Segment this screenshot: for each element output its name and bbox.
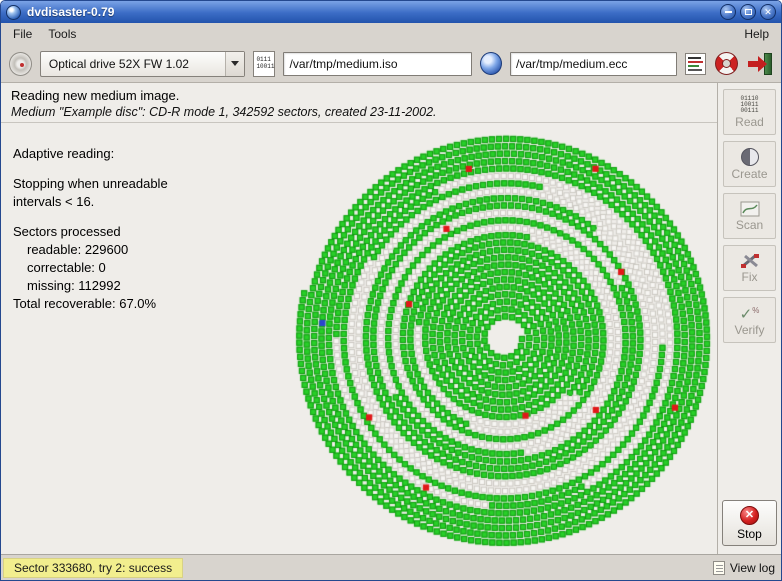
quit-icon[interactable]	[747, 53, 773, 75]
app-icon	[6, 5, 21, 20]
read-button[interactable]: 01110 10011 00111 Read	[723, 89, 776, 135]
reading-stats: Adaptive reading: Stopping when unreadab…	[13, 145, 168, 313]
iso-image-icon: 0111 10011	[253, 51, 275, 77]
stat-correctable: correctable: 0	[13, 259, 168, 277]
titlebar[interactable]: dvdisaster-0.79 ✕	[1, 1, 781, 23]
stop-button-label: Stop	[737, 527, 762, 541]
stop-x-icon: ✕	[740, 506, 759, 525]
drive-select-value: Optical drive 52X FW 1.02	[49, 57, 189, 71]
toolbar-right-icons	[685, 52, 773, 75]
view-log-button[interactable]: View log	[713, 561, 775, 575]
create-button[interactable]: Create	[723, 141, 776, 187]
stat-adaptive-label: Adaptive reading:	[13, 145, 168, 163]
stat-readable: readable: 229600	[13, 241, 168, 259]
read-binary-icon: 01110 10011 00111	[740, 96, 758, 114]
fix-button-label: Fix	[742, 270, 758, 284]
disc-spiral-visualization	[293, 127, 717, 551]
drive-icon	[9, 52, 32, 76]
close-button[interactable]: ✕	[760, 4, 776, 20]
stat-total-recoverable: Total recoverable: 67.0%	[13, 295, 168, 313]
menubar: File Tools Help	[1, 23, 781, 45]
statusbar: Sector 333680, try 2: success View log	[1, 554, 781, 580]
status-message: Sector 333680, try 2: success	[3, 558, 183, 578]
left-column: Reading new medium image. Medium "Exampl…	[1, 83, 718, 554]
ecc-file-icon	[480, 52, 502, 75]
menu-help[interactable]: Help	[736, 25, 777, 43]
log-file-icon	[713, 561, 725, 575]
action-sidebar: 01110 10011 00111 Read Create Scan	[718, 83, 781, 554]
drive-select-dropdown[interactable]: Optical drive 52X FW 1.02	[40, 51, 246, 77]
content-row: Reading new medium image. Medium "Exampl…	[1, 83, 781, 554]
verify-button-label: Verify	[734, 323, 764, 337]
help-lifebelt-icon[interactable]	[715, 52, 738, 75]
main-area: Adaptive reading: Stopping when unreadab…	[1, 123, 717, 554]
fix-tools-icon	[740, 253, 760, 269]
minimize-button[interactable]	[720, 4, 736, 20]
status-header: Reading new medium image. Medium "Exampl…	[1, 83, 717, 123]
fix-button[interactable]: Fix	[723, 245, 776, 291]
verify-check-icon: ✓%	[740, 303, 760, 322]
status-line-primary: Reading new medium image.	[11, 87, 707, 104]
window-title: dvdisaster-0.79	[27, 5, 114, 19]
scan-button[interactable]: Scan	[723, 193, 776, 239]
menu-file[interactable]: File	[5, 25, 40, 43]
chevron-down-icon	[231, 61, 239, 66]
create-yinyang-icon	[741, 148, 759, 166]
read-button-label: Read	[735, 115, 764, 129]
verify-button[interactable]: ✓% Verify	[723, 297, 776, 343]
stat-stopping-line2: intervals < 16.	[13, 193, 168, 211]
toolbar: Optical drive 52X FW 1.02 0111 10011	[1, 45, 781, 83]
stat-sectors-processed: Sectors processed	[13, 223, 168, 241]
app-window: dvdisaster-0.79 ✕ File Tools Help Optica…	[0, 0, 782, 581]
create-button-label: Create	[731, 167, 767, 181]
maximize-button[interactable]	[740, 4, 756, 20]
window-controls: ✕	[720, 4, 776, 20]
scan-chart-icon	[740, 201, 760, 217]
close-icon: ✕	[764, 8, 772, 17]
ecc-path-input[interactable]	[510, 52, 677, 76]
maximize-icon	[745, 9, 752, 15]
stop-button[interactable]: ✕ Stop	[722, 500, 777, 546]
status-line-secondary: Medium "Example disc": CD-R mode 1, 3425…	[11, 104, 707, 120]
dropdown-arrow[interactable]	[225, 52, 244, 76]
preferences-icon[interactable]	[685, 53, 706, 75]
stat-missing: missing: 112992	[13, 277, 168, 295]
view-log-label: View log	[730, 561, 775, 575]
menu-tools[interactable]: Tools	[40, 25, 84, 43]
iso-path-input[interactable]	[283, 52, 472, 76]
stat-stopping-line1: Stopping when unreadable	[13, 175, 168, 193]
minimize-icon	[725, 11, 732, 13]
scan-button-label: Scan	[736, 218, 763, 232]
